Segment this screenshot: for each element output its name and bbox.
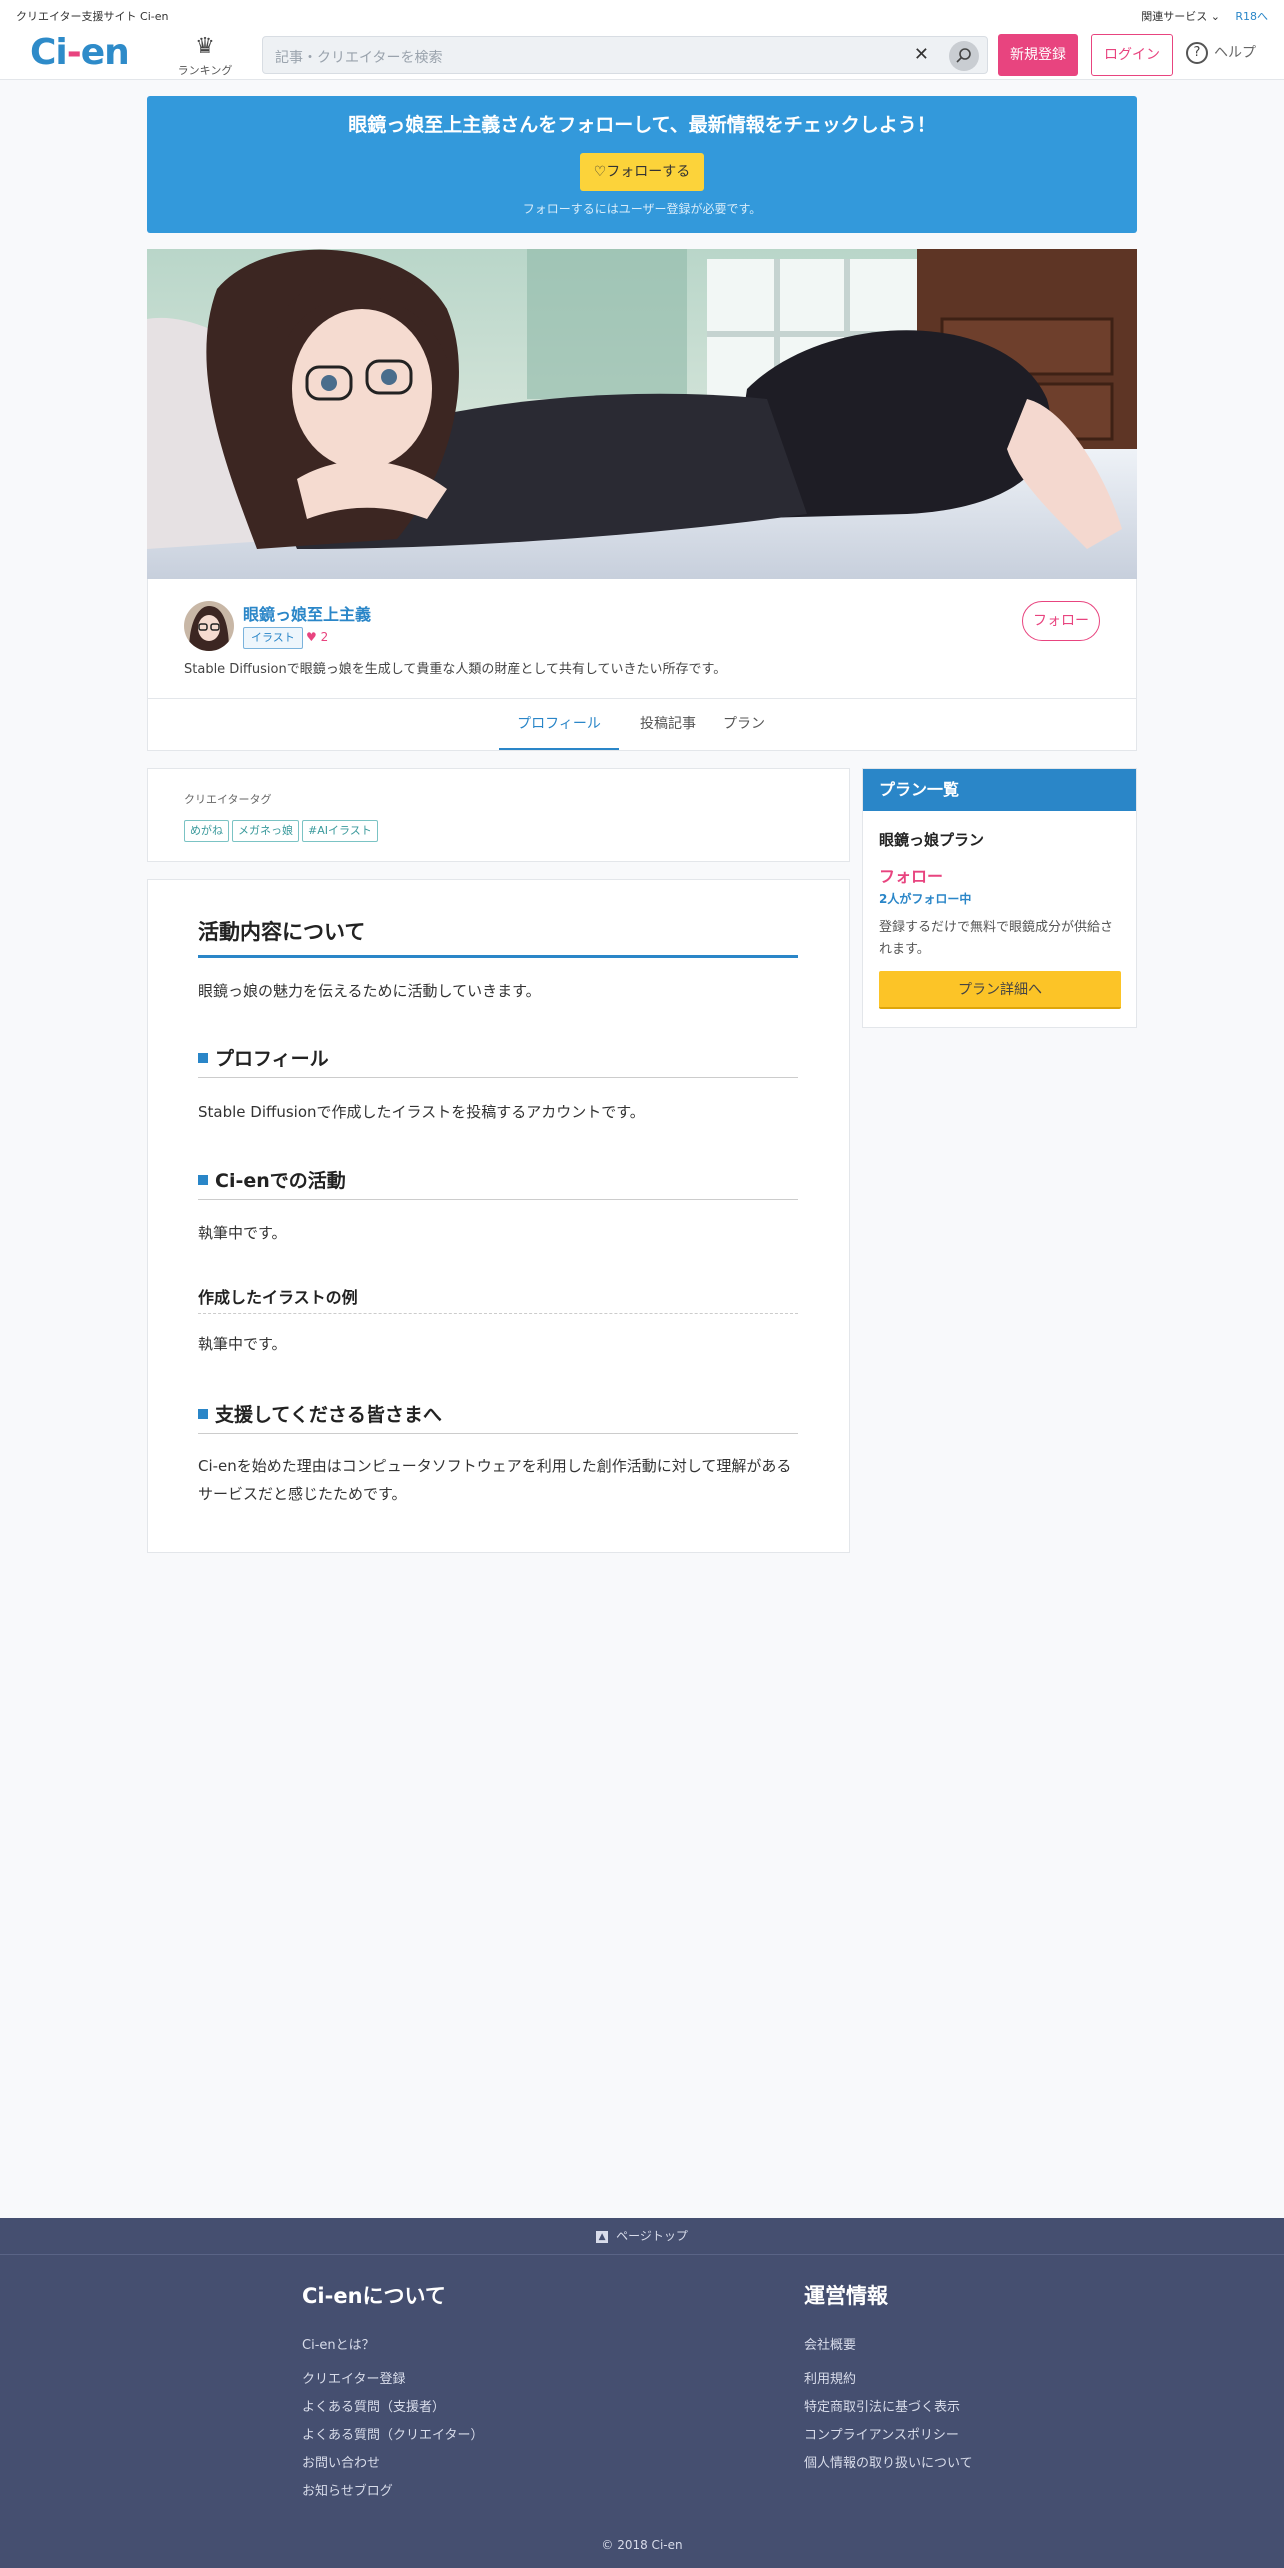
section-heading-text: Ci-enでの活動 [215, 1170, 346, 1192]
creator-tags-label: クリエイタータグ [184, 793, 272, 806]
tag-chip[interactable]: #AIイラスト [302, 820, 378, 842]
plan-follower-count: 2人がフォロー中 [879, 892, 972, 906]
tab-plans[interactable]: プラン [716, 699, 772, 750]
related-services-menu[interactable]: 関連サービス ⌄ [1141, 8, 1220, 24]
site-header: Ci-en ♛ ランキング 記事・クリエイターを検索 ✕ 新規登録 ログイン ?… [0, 30, 1284, 80]
copyright: © 2018 Ci-en [601, 2538, 683, 2552]
footer-link[interactable]: 利用規約 [804, 2366, 973, 2394]
article-heading: 活動内容について [198, 916, 798, 958]
footer-link[interactable]: よくある質問（クリエイター） [302, 2422, 483, 2450]
plan-price: フォロー [879, 867, 944, 886]
plan-description: 登録するだけで無料で眼鏡成分が供給されます。 [879, 920, 1114, 957]
section-heading-text: 支援してくださる皆さまへ [215, 1404, 442, 1426]
logo-text-ci: Ci [30, 32, 68, 73]
avatar-image [184, 601, 234, 651]
plan-details-button[interactable]: プラン詳細へ [879, 971, 1121, 1009]
tab-posts[interactable]: 投稿記事 [630, 699, 706, 750]
subsection-heading-examples: 作成したイラストの例 [198, 1284, 798, 1314]
search-button[interactable] [949, 41, 979, 71]
avatar[interactable] [184, 601, 234, 651]
header-illustration [147, 249, 1137, 579]
page-top-label: ページトップ [616, 2229, 688, 2243]
tag-chip[interactable]: めがね [184, 820, 229, 842]
creator-category-badge[interactable]: イラスト [243, 627, 303, 649]
heart-icon: ♥ [306, 630, 317, 644]
activity-paragraph: 執筆中です。 [198, 1224, 287, 1242]
footer-link[interactable]: 会社概要 [804, 2332, 973, 2360]
creator-tags-list: めがね メガネっ娘 #AIイラスト [184, 819, 381, 842]
plan-list-header: プラン一覧 [863, 769, 1136, 811]
help-label: ヘルプ [1214, 45, 1256, 61]
help-icon: ? [1186, 42, 1208, 64]
login-button[interactable]: ログイン [1091, 34, 1173, 76]
article-intro: 眼鏡っ娘の魅力を伝えるために活動していきます。 [198, 982, 541, 1000]
top-strip: クリエイター支援サイト Ci-en 関連サービス ⌄ R18へ [0, 0, 1284, 30]
clear-icon[interactable]: ✕ [914, 44, 929, 65]
signup-button[interactable]: 新規登録 [998, 34, 1078, 76]
logo-text-en: en [80, 32, 130, 73]
profile-tabs: プロフィール 投稿記事 プラン [148, 698, 1136, 750]
site-logo[interactable]: Ci-en [30, 32, 130, 73]
page-top-link[interactable]: ▲ ページトップ [0, 2218, 1284, 2255]
follow-button[interactable]: フォロー [1022, 601, 1100, 641]
creator-header-image [147, 249, 1137, 579]
related-services-label: 関連サービス [1141, 10, 1208, 23]
banner-note: フォローするにはユーザー登録が必要です。 [522, 202, 762, 216]
footer-ops-title: 運営情報 [804, 2284, 888, 2308]
banner-title: 眼鏡っ娘至上主義さんをフォローして、最新情報をチェックしよう！ [348, 114, 936, 136]
footer-link[interactable]: お問い合わせ [302, 2450, 483, 2478]
creator-profile-card: 眼鏡っ娘至上主義 イラスト ♥ 2 Stable Diffusionで眼鏡っ娘を… [147, 579, 1137, 751]
section-heading-profile: プロフィール [198, 1044, 798, 1078]
footer-link[interactable]: クリエイター登録 [302, 2366, 483, 2394]
creator-description: Stable Diffusionで眼鏡っ娘を生成して貴重な人類の財産として共有し… [184, 662, 727, 677]
search-icon [956, 48, 971, 63]
section-heading-text: プロフィール [215, 1048, 329, 1070]
profile-article: 活動内容について 眼鏡っ娘の魅力を伝えるために活動していきます。 プロフィール … [147, 879, 850, 1553]
profile-paragraph: Stable Diffusionで作成したイラストを投稿するアカウントです。 [198, 1103, 645, 1121]
square-bullet-icon [198, 1174, 208, 1185]
creator-tags-card: クリエイタータグ めがね メガネっ娘 #AIイラスト [147, 768, 850, 862]
like-count-value: 2 [320, 630, 329, 644]
examples-paragraph: 執筆中です。 [198, 1335, 287, 1353]
r18-link[interactable]: R18へ [1235, 8, 1268, 24]
banner-follow-button[interactable]: ♡フォローする [580, 153, 704, 191]
footer-about-column: Ci-enについて Ci-enとは？ クリエイター登録 よくある質問（支援者） … [302, 2280, 483, 2506]
footer-ops-column: 運営情報 会社概要 利用規約 特定商取引法に基づく表示 コンプライアンスポリシー… [804, 2280, 973, 2478]
site-footer: ▲ ページトップ Ci-enについて Ci-enとは？ クリエイター登録 よくある… [0, 2218, 1284, 2568]
search-input[interactable]: 記事・クリエイターを検索 [275, 47, 442, 67]
footer-link[interactable]: コンプライアンスポリシー [804, 2422, 973, 2450]
ranking-label: ランキング [177, 64, 233, 77]
tag-chip[interactable]: メガネっ娘 [232, 820, 299, 842]
square-bullet-icon [198, 1408, 208, 1419]
logo-text-dot: - [66, 32, 82, 73]
site-tagline: クリエイター支援サイト Ci-en [16, 10, 169, 23]
plan-list-card: プラン一覧 眼鏡っ娘プラン フォロー 2人がフォロー中 登録するだけで無料で眼鏡… [862, 768, 1137, 1028]
plan-name: 眼鏡っ娘プラン [879, 831, 985, 849]
footer-link[interactable]: 特定商取引法に基づく表示 [804, 2394, 973, 2422]
crown-icon: ♛ [195, 34, 215, 59]
section-heading-activity: Ci-enでの活動 [198, 1166, 798, 1200]
footer-link[interactable]: Ci-enとは？ [302, 2332, 483, 2360]
like-count: ♥ 2 [306, 630, 328, 644]
search-bar[interactable]: 記事・クリエイターを検索 ✕ [262, 36, 988, 74]
creator-name[interactable]: 眼鏡っ娘至上主義 [243, 601, 371, 625]
footer-link[interactable]: お知らせブログ [302, 2478, 483, 2506]
help-link[interactable]: ? ヘルプ [1186, 42, 1256, 64]
section-heading-supporters: 支援してくださる皆さまへ [198, 1400, 798, 1434]
footer-about-title: Ci-enについて [302, 2284, 446, 2308]
follow-banner: 眼鏡っ娘至上主義さんをフォローして、最新情報をチェックしよう！ ♡フォローする … [147, 96, 1137, 233]
supporters-paragraph: Ci-enを始めた理由はコンピュータソフトウェアを利用した創作活動に対して理解が… [198, 1457, 792, 1503]
footer-link[interactable]: 個人情報の取り扱いについて [804, 2450, 973, 2478]
tab-profile[interactable]: プロフィール [499, 699, 619, 750]
footer-link[interactable]: よくある質問（支援者） [302, 2394, 483, 2422]
chevron-down-icon: ⌄ [1210, 10, 1220, 23]
square-bullet-icon [198, 1052, 208, 1063]
ranking-link[interactable]: ♛ ランキング [170, 32, 240, 78]
arrow-up-icon: ▲ [596, 2230, 609, 2243]
